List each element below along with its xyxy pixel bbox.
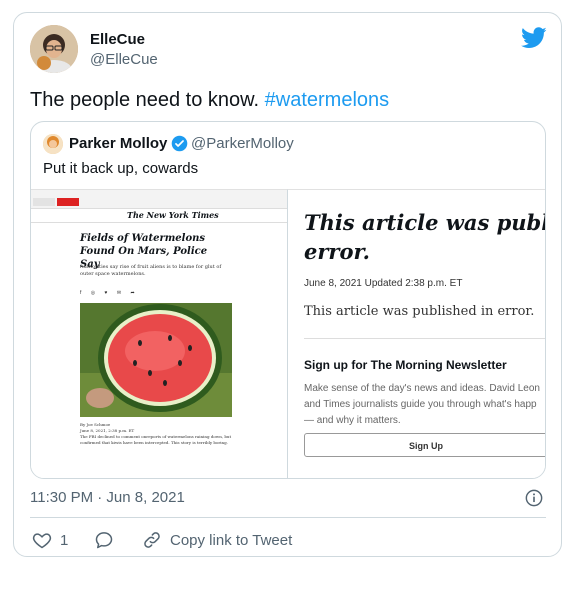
- verified-badge-icon: [171, 135, 188, 152]
- reply-button[interactable]: [94, 529, 114, 551]
- like-button[interactable]: 1: [32, 529, 68, 551]
- nyt-article-screenshot-right[interactable]: This article was published error. June 8…: [288, 189, 546, 478]
- tweet-text-body: The people need to know.: [30, 89, 265, 111]
- nyt-fake-body: By Joe Schmoe June 8, 2021, 2:38 p.m. ET…: [80, 422, 240, 446]
- divider: [304, 338, 545, 339]
- copy-link-label: Copy link to Tweet: [170, 531, 293, 549]
- error-headline: This article was published error.: [304, 208, 546, 266]
- quoted-avatar[interactable]: [43, 134, 63, 154]
- quoted-tweet[interactable]: Parker Molloy @ParkerMolloy Put it back …: [30, 121, 546, 479]
- signup-button[interactable]: Sign Up: [304, 433, 545, 457]
- twitter-bird-icon: [521, 27, 547, 48]
- share-icons-row: f ◎ ♥ ✉ ➦: [80, 290, 139, 296]
- divider: [30, 517, 546, 518]
- nyt-body-text: The FBI declined to comment onreports of…: [80, 434, 232, 445]
- nyt-logo: The New York Times: [127, 210, 219, 220]
- copy-link-button[interactable]: Copy link to Tweet: [142, 529, 292, 551]
- error-body: This article was published in error.: [304, 304, 535, 319]
- author-display-name[interactable]: ElleCue: [90, 31, 145, 48]
- newsletter-line: and Times journalists guide you through …: [304, 399, 537, 410]
- newsletter-line: — and why it matters.: [304, 415, 401, 426]
- error-headline-line2: error.: [304, 239, 370, 264]
- newsletter-description: Make sense of the day's news and ideas. …: [304, 381, 545, 429]
- link-icon: [144, 532, 160, 548]
- tweet-actions: 1 Copy link to Tweet: [30, 529, 546, 551]
- author-handle[interactable]: @ElleCue: [90, 51, 158, 68]
- error-dates: June 8, 2021 Updated 2:38 p.m. ET: [304, 278, 463, 289]
- error-headline-line1: This article was published: [304, 210, 546, 235]
- reply-bubble-icon: [95, 532, 113, 549]
- browser-tab: [33, 198, 55, 206]
- tweet-card: ElleCue @ElleCue The people need to know…: [13, 12, 562, 557]
- quoted-display-name[interactable]: Parker Molloy: [69, 135, 167, 152]
- newsletter-title: Sign up for The Morning Newsletter: [304, 358, 507, 372]
- quoted-text: Put it back up, cowards: [43, 160, 199, 177]
- tweet-text: The people need to know. #watermelons: [30, 89, 389, 112]
- avatar[interactable]: [30, 25, 78, 73]
- browser-tab-active: [57, 198, 79, 206]
- nyt-fake-subhead: Authorities say rise of fruit aliens is …: [80, 264, 222, 277]
- info-icon[interactable]: [525, 489, 543, 507]
- newsletter-line: Make sense of the day's news and ideas. …: [304, 383, 540, 394]
- tweet-timestamp[interactable]: 11:30 PM · Jun 8, 2021: [30, 489, 185, 506]
- nyt-article-screenshot-left[interactable]: The New York Times Fields of Watermelons…: [31, 189, 288, 478]
- hashtag-link[interactable]: #watermelons: [265, 89, 390, 111]
- watermelon-photo: [80, 303, 232, 417]
- heart-icon: [32, 533, 52, 549]
- like-count: 1: [60, 531, 69, 549]
- browser-toolbar: [31, 190, 287, 209]
- quoted-handle[interactable]: @ParkerMolloy: [191, 135, 294, 152]
